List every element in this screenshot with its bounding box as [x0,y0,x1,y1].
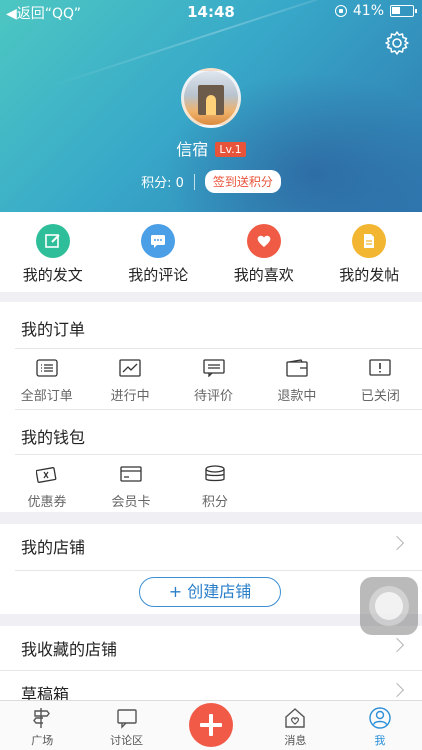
rotation-lock-icon [334,5,347,17]
document-icon [352,224,387,258]
alert-icon [369,359,391,376]
tab-label: 讨论区 [110,734,144,747]
user-icon [369,707,391,729]
quick-actions: 我的发文 我的评论 我的喜欢 我的发帖 [0,212,422,292]
create-store-button[interactable]: + 创建店铺 [139,577,281,607]
chat-icon [116,709,137,729]
avatar-image [198,85,224,115]
wallet-title: 我的钱包 [21,428,86,447]
wallet-label: 会员卡 [111,495,151,510]
wallet-member-card[interactable]: 会员卡 [89,465,173,513]
coins-icon [205,465,225,482]
divider [193,173,195,190]
card-icon [120,466,142,482]
favorite-stores-row[interactable]: 我收藏的店铺 [0,626,422,670]
order-label: 待评价 [194,389,234,404]
tab-me[interactable]: 我 [338,701,422,750]
order-refunding[interactable]: 退款中 [255,359,338,409]
quick-action-label: 我的发帖 [339,266,400,284]
quick-action-my-threads[interactable]: 我的发帖 [317,212,422,292]
level-badge: Lv.1 [215,142,246,157]
tab-label: 消息 [284,734,307,747]
order-label: 退款中 [277,389,317,404]
list-icon [36,359,58,377]
checkin-button[interactable]: 签到送积分 [204,170,281,193]
drafts-row[interactable]: 草稿箱 [0,670,422,704]
quick-action-my-comments[interactable]: 我的评论 [106,212,212,292]
battery-percent: 41% [352,3,384,19]
plus-icon[interactable] [189,703,233,747]
profile-header: ◀返回“QQ” 14:48 41% 信宿 Lv.1 积分: 0 签到送积分 [0,0,422,212]
orders-title: 我的订单 [21,320,86,339]
trend-icon [119,359,141,377]
order-closed[interactable]: 已关闭 [339,359,422,409]
orders-row: 全部订单 进行中 待评价 退款中 已关闭 [0,349,422,409]
points-label: 积分: 0 [141,176,184,191]
tab-discussion[interactable]: 讨论区 [84,701,168,750]
wallet-coupons[interactable]: 优惠券 [5,465,89,513]
order-all[interactable]: 全部订单 [5,359,88,409]
message-icon [202,359,225,378]
wallet-points[interactable]: 积分 [173,465,257,513]
orders-wallet-section: 我的订单 全部订单 进行中 待评价 退款中 已关闭 我的钱包 优惠券 会员卡 积… [0,302,422,512]
my-store-title: 我的店铺 [21,538,86,557]
quick-action-my-posts[interactable]: 我的发文 [0,212,106,292]
coupon-icon [35,467,57,483]
order-label: 已关闭 [360,389,400,404]
points-row: 积分: 0 签到送积分 [0,170,422,193]
status-right: 41% [334,3,417,19]
quick-action-label: 我的评论 [128,266,189,284]
home-heart-icon [285,708,306,728]
order-pending-review[interactable]: 待评价 [172,359,255,409]
order-label: 全部订单 [20,389,73,404]
quick-action-label: 我的发文 [22,266,83,284]
chevron-right-icon [389,682,405,698]
favorite-stores-title: 我收藏的店铺 [21,640,118,659]
order-in-progress[interactable]: 进行中 [88,359,171,409]
chevron-right-icon [389,637,405,653]
wallet-icon [286,359,308,377]
quick-action-my-likes[interactable]: 我的喜欢 [211,212,317,292]
username: 信宿 [176,140,209,159]
tab-messages[interactable]: 消息 [253,701,337,750]
order-label: 进行中 [110,389,150,404]
my-store-row[interactable]: 我的店铺 [0,524,422,570]
tab-label: 广场 [31,734,54,747]
chevron-right-icon [389,535,405,551]
battery-icon [390,5,417,17]
assistive-touch-button[interactable] [360,577,418,635]
divider [15,570,422,571]
settings-gear-icon[interactable] [384,30,410,56]
profile-name-row: 信宿 Lv.1 [0,136,422,160]
wallet-row: 优惠券 会员卡 积分 [0,455,422,513]
tab-plaza[interactable]: 广场 [0,701,84,750]
quick-action-label: 我的喜欢 [233,266,294,284]
signpost-icon [33,708,51,728]
avatar[interactable] [181,68,241,128]
tab-label: 我 [374,734,386,747]
comment-icon [141,224,176,258]
status-bar: ◀返回“QQ” 14:48 41% [0,0,422,24]
heart-icon [246,224,281,258]
wallet-label: 积分 [201,495,228,510]
edit-icon [35,224,70,258]
wallet-label: 优惠券 [27,495,67,510]
